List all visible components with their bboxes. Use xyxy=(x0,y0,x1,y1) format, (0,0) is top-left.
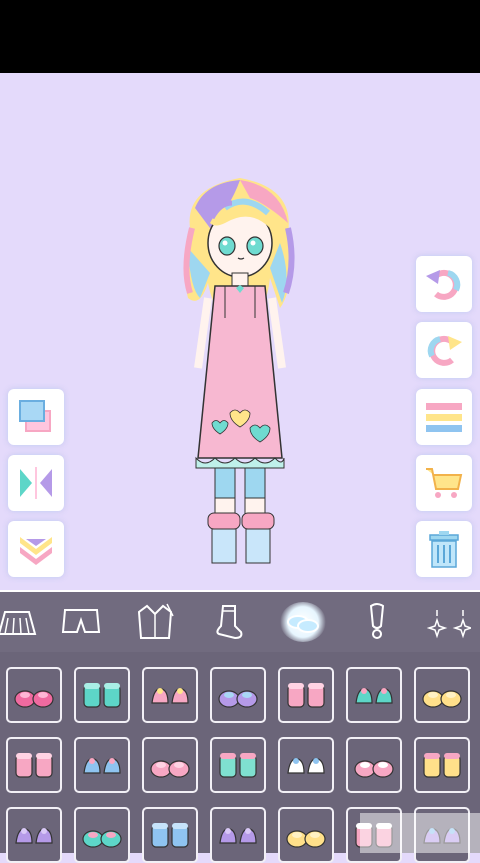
item-mint-star-boots[interactable] xyxy=(210,737,266,793)
flip-tool-button[interactable] xyxy=(10,457,62,509)
accessory-icon xyxy=(369,603,385,639)
item-blue-bow-flats[interactable] xyxy=(74,737,130,793)
sparkle-icon xyxy=(427,610,471,639)
skirt-icon xyxy=(0,611,37,635)
undo-button[interactable] xyxy=(418,258,470,310)
socks-icon xyxy=(216,605,243,640)
shoe-icon xyxy=(150,760,190,778)
shoe-icon xyxy=(422,690,462,708)
shoe-icon xyxy=(286,830,326,848)
trash-icon xyxy=(429,531,459,568)
shoe-icon xyxy=(15,828,53,844)
tab-coat[interactable] xyxy=(124,592,186,652)
item-pink-slippers[interactable] xyxy=(278,667,334,723)
item-yellow-flats[interactable] xyxy=(414,667,470,723)
shoe-icon xyxy=(14,690,54,708)
item-yellow-frill-boots[interactable] xyxy=(414,737,470,793)
tab-effects[interactable] xyxy=(418,592,480,652)
coat-icon xyxy=(137,603,174,639)
shoes-icon xyxy=(287,615,319,633)
shoe-icon xyxy=(82,830,122,848)
redo-button[interactable] xyxy=(418,324,470,376)
item-pink-frill-boots[interactable] xyxy=(142,737,198,793)
category-tab-bar xyxy=(0,590,480,654)
cart-icon xyxy=(426,468,463,498)
menu-button[interactable] xyxy=(418,391,470,443)
shoe-icon xyxy=(218,690,258,708)
tab-accessory[interactable] xyxy=(346,592,408,652)
item-mint-sneakers[interactable] xyxy=(74,807,130,863)
item-pink-sock-shoes[interactable] xyxy=(6,737,62,793)
watermark xyxy=(360,813,480,853)
tab-shorts[interactable] xyxy=(50,592,112,652)
shorts-icon xyxy=(61,609,101,633)
item-blue-mary-janes[interactable] xyxy=(142,807,198,863)
menu-icon xyxy=(426,403,462,432)
shop-button[interactable] xyxy=(418,457,470,509)
redo-icon xyxy=(427,335,462,366)
item-pink-bow-shoes[interactable] xyxy=(6,667,62,723)
shoe-icon xyxy=(83,683,121,708)
layer-squares-icon xyxy=(19,400,51,432)
shoe-icon xyxy=(423,753,461,778)
shoe-icon xyxy=(151,688,189,704)
item-lilac-fur-boots[interactable] xyxy=(210,667,266,723)
item-cross-strap-heels[interactable] xyxy=(142,667,198,723)
delete-button[interactable] xyxy=(418,523,470,575)
item-white-bow-boots[interactable] xyxy=(278,737,334,793)
shoe-icon xyxy=(151,823,189,848)
chevron-down-double-icon xyxy=(20,537,52,565)
shoe-icon xyxy=(15,753,53,778)
item-pink-white-boots[interactable] xyxy=(346,737,402,793)
item-lilac-flats[interactable] xyxy=(6,807,62,863)
shoe-icon xyxy=(287,683,325,708)
shoe-icon xyxy=(355,688,393,704)
shoe-icon xyxy=(287,758,325,774)
item-mint-heart-shoes[interactable] xyxy=(346,667,402,723)
hide-ui-button[interactable] xyxy=(10,523,62,575)
layer-tool-button[interactable] xyxy=(10,391,62,443)
shoe-icon xyxy=(354,760,394,778)
item-mint-flats[interactable] xyxy=(74,667,130,723)
undo-icon xyxy=(426,269,461,300)
dressup-stage xyxy=(0,73,480,590)
tab-socks[interactable] xyxy=(198,592,260,652)
flip-horizontal-icon xyxy=(20,467,52,499)
tab-shoes[interactable] xyxy=(272,592,334,652)
shoe-icon xyxy=(219,828,257,844)
character-avatar xyxy=(183,178,295,564)
top-black-bar xyxy=(0,0,480,73)
tab-skirt[interactable] xyxy=(0,592,48,652)
item-purple-high-socks[interactable] xyxy=(210,807,266,863)
shoe-icon xyxy=(83,758,121,774)
item-yellow-slippers[interactable] xyxy=(278,807,334,863)
shoe-icon xyxy=(219,753,257,778)
